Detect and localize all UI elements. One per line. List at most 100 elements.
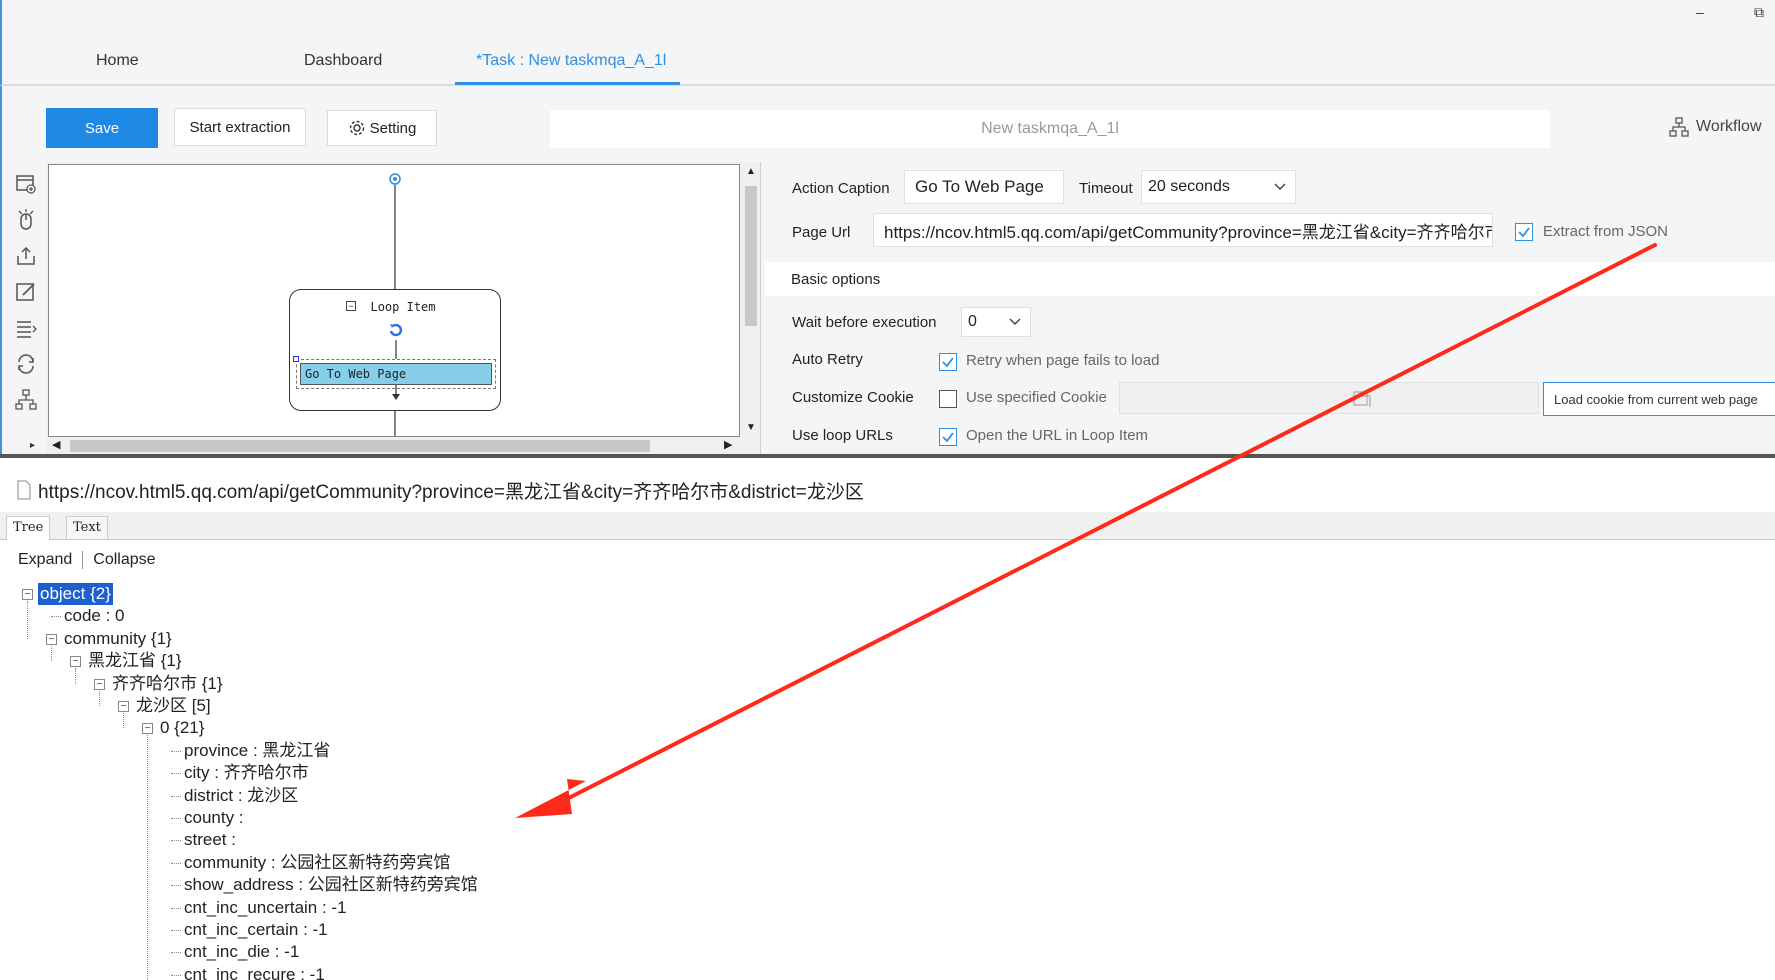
tree-toggle-icon[interactable]: − [118, 701, 129, 712]
properties-panel: Action Caption Go To Web Page Timeout 20… [760, 162, 1775, 454]
load-cookie-button[interactable]: Load cookie from current web page [1543, 382, 1775, 416]
title-bar: – ⧉ Home Dashboard *Task : New taskmqa_A… [0, 0, 1775, 86]
expand-arrow-icon[interactable]: ▸ [30, 440, 35, 451]
tree-node[interactable]: cnt_inc_die : -1 [184, 941, 299, 963]
designer-canvas[interactable]: − Loop Item Go To Web Page [48, 164, 740, 437]
retry-label: Retry when page fails to load [966, 352, 1160, 369]
designer-horizontal-scrollbar[interactable]: ◀ ▶ [46, 437, 742, 454]
tree-toggle-icon[interactable]: − [46, 633, 57, 645]
go-to-web-page-node[interactable]: Go To Web Page [300, 363, 492, 385]
basic-options-header[interactable]: Basic options [765, 262, 1775, 296]
timeout-select[interactable]: 20 seconds [1141, 170, 1296, 204]
tree-node[interactable]: community : 公园社区新特药旁宾馆 [184, 852, 450, 874]
page-url-label: Page Url [792, 224, 851, 241]
panel-splitter[interactable] [0, 454, 1775, 458]
workflow-label: Workflow [1696, 118, 1762, 135]
tree-toggle-icon[interactable]: − [22, 589, 33, 600]
use-cookie-label: Use specified Cookie [966, 389, 1107, 406]
tab-home[interactable]: Home [96, 52, 139, 70]
scroll-left-icon[interactable]: ◀ [52, 438, 60, 451]
tree-node[interactable]: cnt_inc_recure : -1 [184, 964, 325, 980]
tree-node[interactable]: 齐齐哈尔市 {1} [112, 673, 223, 695]
customize-cookie-label: Customize Cookie [792, 389, 914, 406]
collapse-button[interactable]: Collapse [93, 551, 155, 569]
chevron-down-icon [1009, 318, 1021, 326]
active-tab-indicator [455, 82, 680, 85]
loop-icon[interactable] [14, 352, 38, 376]
workflow-button[interactable]: Workflow [1668, 116, 1762, 138]
tree-node[interactable]: district : 龙沙区 [184, 785, 298, 807]
tree-node[interactable]: cnt_inc_uncertain : -1 [184, 897, 347, 919]
chevron-down-icon [1274, 183, 1286, 191]
scroll-up-icon[interactable]: ▲ [746, 166, 756, 177]
task-name-field[interactable]: New taskmqa_A_1l [550, 110, 1550, 148]
extract-json-checkbox[interactable] [1515, 223, 1533, 241]
loop-item-label: Loop Item [370, 300, 436, 314]
page-url-input[interactable]: https://ncov.html5.qq.com/api/getCommuni… [873, 213, 1493, 247]
add-page-icon[interactable] [14, 172, 38, 196]
export-icon[interactable] [14, 244, 38, 268]
timeout-label: Timeout [1079, 180, 1133, 197]
json-tree: − object {2} code : 0− community {1} − 黑龙江省 {… [0, 580, 1775, 980]
tree-node[interactable]: county : [184, 807, 244, 829]
vertical-scroll-thumb[interactable] [745, 186, 757, 326]
tab-dashboard[interactable]: Dashboard [304, 52, 382, 70]
tree-connector [171, 952, 181, 954]
tab-tree[interactable]: Tree [6, 516, 51, 540]
tab-text[interactable]: Text [66, 516, 108, 540]
separator [82, 551, 84, 569]
minimize-button[interactable]: – [1696, 4, 1704, 20]
mouse-click-icon[interactable] [14, 208, 38, 232]
cookie-input[interactable] [1119, 382, 1539, 414]
start-extraction-button[interactable]: Start extraction [174, 108, 306, 146]
tree-node[interactable]: show_address : 公园社区新特药旁宾馆 [184, 874, 478, 896]
tree-node[interactable]: 黑龙江省 {1} [88, 650, 182, 672]
tab-task[interactable]: *Task : New taskmqa_A_1l [476, 52, 666, 70]
tree-connector [171, 818, 181, 819]
designer-vertical-scrollbar[interactable]: ▲ ▼ [742, 164, 760, 437]
setting-button[interactable]: Setting [327, 110, 437, 146]
tree-connector [171, 974, 181, 976]
use-loop-urls-label: Use loop URLs [792, 427, 893, 444]
loop-item-node[interactable]: − Loop Item Go To Web Page [289, 289, 501, 411]
tree-node[interactable]: code : 0 [64, 605, 125, 627]
tree-guide-line [147, 735, 148, 980]
tree-node[interactable]: object {2} [38, 583, 113, 605]
tree-icon[interactable] [14, 388, 38, 412]
auto-retry-label: Auto Retry [792, 351, 863, 368]
use-cookie-checkbox[interactable] [939, 390, 957, 408]
restore-button[interactable]: ⧉ [1754, 4, 1764, 21]
wait-value: 0 [968, 313, 977, 330]
open-loop-checkbox[interactable] [939, 428, 957, 446]
save-button[interactable]: Save [46, 108, 158, 148]
action-caption-input[interactable]: Go To Web Page [904, 170, 1064, 204]
viewer-tabs: Tree Text [0, 512, 1775, 540]
edit-icon[interactable] [14, 280, 38, 304]
tree-toggle-icon[interactable]: − [94, 678, 105, 690]
json-url-bar: https://ncov.html5.qq.com/api/getCommuni… [0, 472, 1775, 508]
list-icon[interactable] [14, 316, 38, 340]
tree-toggle-icon[interactable]: − [70, 656, 81, 668]
expand-button[interactable]: Expand [18, 551, 72, 569]
tree-connector [171, 773, 181, 775]
tree-node[interactable]: street : [184, 829, 236, 851]
tree-node[interactable]: 0 {21} [160, 717, 204, 739]
json-url-text: https://ncov.html5.qq.com/api/getCommuni… [38, 481, 864, 503]
horizontal-scroll-thumb[interactable] [70, 440, 650, 452]
tree-node[interactable]: city : 齐齐哈尔市 [184, 762, 309, 784]
tree-node[interactable]: 龙沙区 [5] [136, 695, 211, 717]
tree-guide-line [123, 713, 124, 729]
tree-node[interactable]: province : 黑龙江省 [184, 740, 330, 762]
tree-connector [171, 885, 181, 887]
scroll-down-icon[interactable]: ▼ [746, 422, 756, 433]
tree-toggle-icon[interactable]: − [142, 723, 153, 735]
page-icon [17, 480, 31, 500]
checkmark-icon [942, 432, 954, 443]
retry-checkbox[interactable] [939, 353, 957, 371]
wait-select[interactable]: 0 [961, 307, 1031, 337]
selection-handle[interactable] [293, 356, 299, 362]
tree-node[interactable]: community {1} [64, 628, 172, 650]
scroll-right-icon[interactable]: ▶ [724, 438, 732, 451]
tree-node[interactable]: cnt_inc_certain : -1 [184, 919, 328, 941]
copy-icon[interactable] [1352, 390, 1372, 408]
